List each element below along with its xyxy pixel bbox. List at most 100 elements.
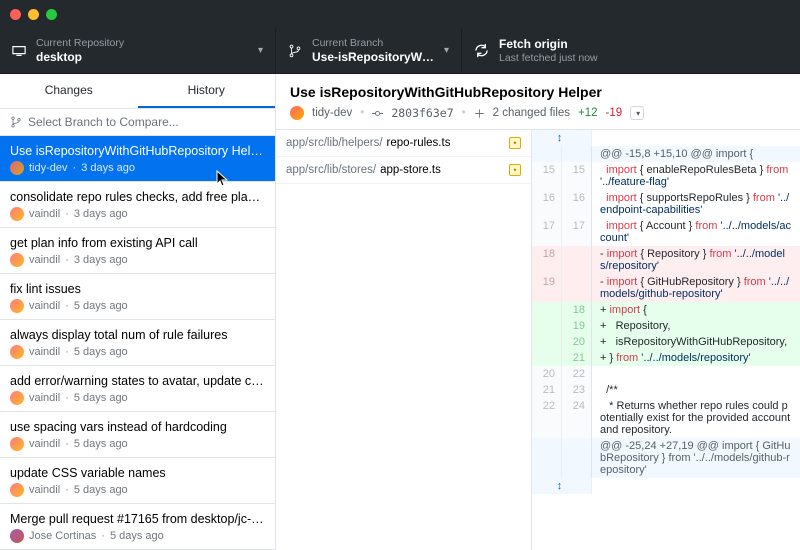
- new-line-number: 24: [562, 398, 592, 438]
- current-branch-dropdown[interactable]: Current Branch Use-isRepositoryWithGi… ▾: [276, 28, 462, 73]
- expand-hunk-button[interactable]: ↕: [532, 478, 592, 494]
- commit-time: 5 days ago: [74, 392, 128, 404]
- diff-view[interactable]: ↕@@ -15,8 +15,10 @@ import {1515 import …: [532, 130, 800, 550]
- old-line-number: 17: [532, 218, 562, 246]
- commit-time: 3 days ago: [81, 162, 135, 174]
- commit-item[interactable]: use spacing vars instead of hardcoding v…: [0, 412, 275, 458]
- new-line-number: 15: [562, 162, 592, 190]
- old-line-number: 20: [532, 366, 562, 382]
- diff-settings-button[interactable]: ▾: [630, 106, 644, 120]
- commit-detail-meta: tidy-dev • 2803f63e7 • 2 changed files +…: [276, 106, 800, 130]
- commit-detail-pane: Use isRepositoryWithGitHubRepository Hel…: [276, 74, 800, 550]
- commit-item[interactable]: always display total num of rule failure…: [0, 320, 275, 366]
- commit-time: 3 days ago: [74, 208, 128, 220]
- changed-files-count: 2 changed files: [493, 107, 570, 119]
- author-avatar: [10, 207, 24, 221]
- commit-item[interactable]: add error/warning states to avatar, upda…: [0, 366, 275, 412]
- commit-item[interactable]: consolidate repo rules checks, add free …: [0, 182, 275, 228]
- commit-author: vaindil: [29, 300, 60, 312]
- new-line-number: 21: [562, 350, 592, 366]
- branch-icon: [288, 44, 302, 58]
- diff-line: import { enableRepoRulesBeta } from '../…: [592, 162, 800, 190]
- commit-meta: vaindil · 5 days ago: [10, 345, 265, 359]
- commit-author: vaindil: [29, 438, 60, 450]
- chevron-down-icon: ▾: [258, 45, 263, 56]
- commit-meta: vaindil · 5 days ago: [10, 299, 265, 313]
- commit-item[interactable]: get plan info from existing API call vai…: [0, 228, 275, 274]
- diff-line: + Repository,: [592, 318, 800, 334]
- branch-label: Current Branch: [312, 37, 434, 49]
- branch-compare-placeholder: Select Branch to Compare...: [28, 115, 179, 129]
- new-line-number: 17: [562, 218, 592, 246]
- diff-line: /**: [592, 382, 800, 398]
- diff-line: import { supportsRepoRules } from '../en…: [592, 190, 800, 218]
- author-avatar: [10, 345, 24, 359]
- top-toolbar: Current Repository desktop ▾ Current Bra…: [0, 28, 800, 74]
- chevron-down-icon: ▾: [444, 45, 449, 56]
- tab-changes[interactable]: Changes: [0, 74, 138, 108]
- sidebar-tabs: Changes History: [0, 74, 275, 109]
- commit-title: update CSS variable names: [10, 466, 265, 480]
- changed-files-list: app/src/lib/helpers/repo-rules.ts•app/sr…: [276, 130, 532, 550]
- close-window-button[interactable]: [10, 9, 21, 20]
- diff-line: * Returns whether repo rules could poten…: [592, 398, 800, 438]
- minimize-window-button[interactable]: [28, 9, 39, 20]
- modified-badge: •: [509, 164, 521, 176]
- file-dir: app/src/lib/helpers/: [286, 137, 383, 149]
- commit-title: add error/warning states to avatar, upda…: [10, 374, 265, 388]
- new-line-number: [562, 274, 592, 302]
- commit-list[interactable]: Use isRepositoryWithGitHubRepository Hel…: [0, 136, 275, 550]
- new-line-number: [562, 246, 592, 274]
- commit-item[interactable]: update CSS variable names vaindil · 5 da…: [0, 458, 275, 504]
- commit-author: vaindil: [29, 392, 60, 404]
- old-line-number: 19: [532, 274, 562, 302]
- commit-time: 5 days ago: [110, 530, 164, 542]
- fetch-status: Last fetched just now: [499, 52, 598, 64]
- commit-item[interactable]: Use isRepositoryWithGitHubRepository Hel…: [0, 136, 275, 182]
- maximize-window-button[interactable]: [46, 9, 57, 20]
- diff-icon: [474, 108, 485, 119]
- new-line-number: 18: [562, 302, 592, 318]
- additions-count: +12: [578, 107, 598, 119]
- commit-author: vaindil: [29, 346, 60, 358]
- deletions-count: -19: [606, 107, 623, 119]
- repo-label: Current Repository: [36, 37, 248, 49]
- hunk-header: @@ -15,8 +15,10 @@ import {: [592, 146, 800, 162]
- author-avatar: [290, 106, 304, 120]
- expand-hunk-button[interactable]: ↕: [532, 130, 592, 146]
- diff-line: import { Account } from '../../models/ac…: [592, 218, 800, 246]
- new-line-number: 22: [562, 366, 592, 382]
- commit-meta: vaindil · 3 days ago: [10, 253, 265, 267]
- author-avatar: [10, 483, 24, 497]
- commit-time: 3 days ago: [74, 254, 128, 266]
- changed-file-item[interactable]: app/src/lib/stores/app-store.ts•: [276, 157, 531, 184]
- diff-line: - import { Repository } from '../../mode…: [592, 246, 800, 274]
- commit-sha[interactable]: 2803f63e7: [391, 106, 453, 120]
- modified-badge: •: [509, 137, 521, 149]
- new-line-number: 23: [562, 382, 592, 398]
- commit-item[interactable]: Merge pull request #17165 from desktop/j…: [0, 504, 275, 550]
- current-repository-dropdown[interactable]: Current Repository desktop ▾: [0, 28, 276, 73]
- author-avatar: [10, 529, 24, 543]
- fetch-origin-button[interactable]: Fetch origin Last fetched just now: [462, 28, 610, 73]
- commit-item[interactable]: fix lint issues vaindil · 5 days ago: [0, 274, 275, 320]
- commit-title: Merge pull request #17165 from desktop/j…: [10, 512, 265, 526]
- file-name: app-store.ts: [380, 164, 441, 176]
- commit-title: use spacing vars instead of hardcoding: [10, 420, 265, 434]
- branch-compare-selector[interactable]: Select Branch to Compare...: [0, 109, 275, 136]
- commit-time: 5 days ago: [74, 484, 128, 496]
- history-sidebar: Changes History Select Branch to Compare…: [0, 74, 276, 550]
- tab-history[interactable]: History: [138, 74, 276, 108]
- commit-icon: [372, 108, 383, 119]
- old-line-number: 21: [532, 382, 562, 398]
- fetch-label: Fetch origin: [499, 37, 598, 51]
- author-avatar: [10, 299, 24, 313]
- old-line-number: 15: [532, 162, 562, 190]
- diff-line: + } from '../../models/repository': [592, 350, 800, 366]
- commit-time: 5 days ago: [74, 438, 128, 450]
- author-avatar: [10, 253, 24, 267]
- file-name: repo-rules.ts: [387, 137, 451, 149]
- diff-line: - import { GitHubRepository } from '../.…: [592, 274, 800, 302]
- changed-file-item[interactable]: app/src/lib/helpers/repo-rules.ts •: [276, 130, 531, 157]
- author-avatar: [10, 391, 24, 405]
